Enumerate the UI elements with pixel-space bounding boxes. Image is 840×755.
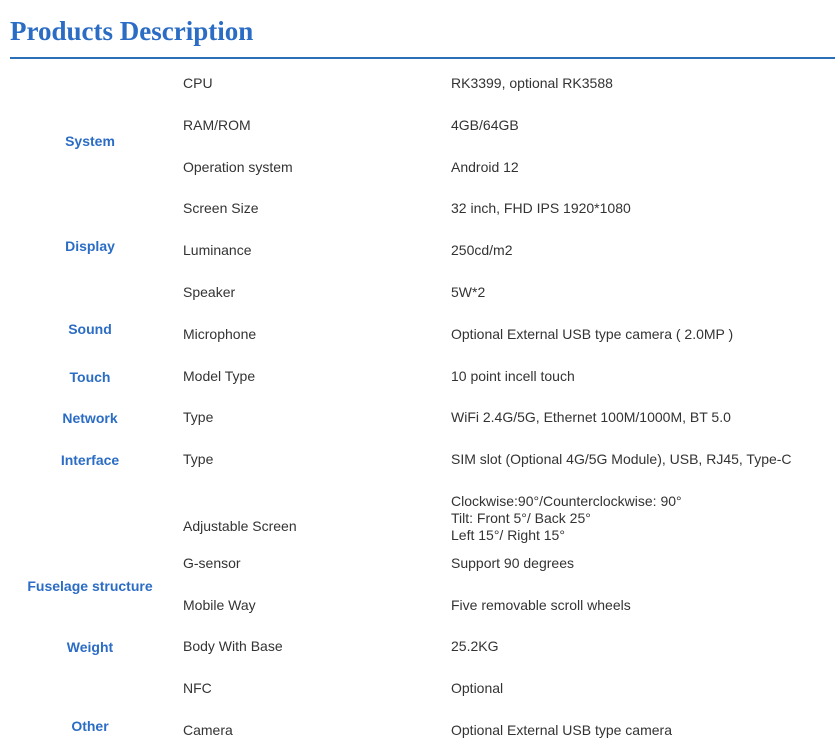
spec-value-ram-rom: 4GB/64GB bbox=[451, 117, 519, 133]
group-label-system: System bbox=[65, 133, 115, 149]
spec-label-model-type: Model Type bbox=[183, 368, 256, 384]
group-label-network: Network bbox=[62, 410, 118, 426]
spec-label-microphone: Microphone bbox=[183, 326, 257, 342]
group-label-sound: Sound bbox=[68, 321, 112, 337]
spec-label-adjustable-screen: Adjustable Screen bbox=[183, 518, 297, 534]
page-title: Products Description bbox=[10, 16, 254, 46]
spec-label-nfc: NFC bbox=[183, 680, 212, 696]
group-label-interface: Interface bbox=[60, 452, 120, 468]
spec-value-screen-size: 32 inch, FHD IPS 1920*1080 bbox=[451, 200, 631, 216]
spec-value-speaker: 5W*2 bbox=[451, 284, 486, 300]
products-description-page: Products Description System Display Soun… bbox=[0, 0, 840, 755]
spec-label-mobile-way: Mobile Way bbox=[183, 597, 256, 613]
spec-value-network-type: WiFi 2.4G/5G, Ethernet 100M/1000M, BT 5.… bbox=[451, 409, 731, 425]
spec-label-ram-rom: RAM/ROM bbox=[183, 117, 251, 133]
group-label-touch: Touch bbox=[69, 369, 111, 385]
group-label-other: Other bbox=[71, 718, 109, 734]
spec-value-body-with-base: 25.2KG bbox=[451, 638, 499, 654]
spec-label-luminance: Luminance bbox=[183, 242, 252, 258]
spec-value-operation-system: Android 12 bbox=[451, 159, 519, 175]
spec-label-operation-system: Operation system bbox=[183, 159, 293, 175]
spec-value-interface-type: SIM slot (Optional 4G/5G Module), USB, R… bbox=[451, 451, 792, 467]
spec-value-adjustable-screen-line-1: Clockwise:90°/Counterclockwise: 90° bbox=[451, 493, 682, 509]
spec-label-interface-type: Type bbox=[183, 451, 214, 467]
spec-value-microphone: Optional External USB type camera ( 2.0M… bbox=[451, 326, 734, 342]
spec-label-cpu: CPU bbox=[183, 75, 213, 91]
spec-value-adjustable-screen-line-3: Left 15°/ Right 15° bbox=[451, 527, 565, 543]
group-label-display: Display bbox=[65, 238, 115, 254]
spec-value-cpu: RK3399, optional RK3588 bbox=[451, 75, 613, 91]
title-divider bbox=[10, 57, 835, 59]
group-label-fuselage-structure: Fuselage structure bbox=[27, 578, 153, 594]
spec-label-screen-size: Screen Size bbox=[183, 200, 259, 216]
spec-label-speaker: Speaker bbox=[183, 284, 236, 300]
spec-label-g-sensor: G-sensor bbox=[183, 555, 241, 571]
spec-value-nfc: Optional bbox=[451, 680, 504, 696]
spec-label-network-type: Type bbox=[183, 409, 214, 425]
spec-value-adjustable-screen-line-2: Tilt: Front 5°/ Back 25° bbox=[451, 510, 591, 526]
spec-label-camera: Camera bbox=[183, 722, 233, 738]
group-label-weight: Weight bbox=[66, 639, 114, 655]
spec-value-model-type: 10 point incell touch bbox=[451, 368, 575, 384]
spec-value-g-sensor: Support 90 degrees bbox=[451, 555, 574, 571]
spec-value-mobile-way: Five removable scroll wheels bbox=[451, 597, 631, 613]
spec-value-luminance: 250cd/m2 bbox=[451, 242, 513, 258]
spec-label-body-with-base: Body With Base bbox=[183, 638, 283, 654]
spec-value-camera: Optional External USB type camera bbox=[451, 722, 672, 738]
